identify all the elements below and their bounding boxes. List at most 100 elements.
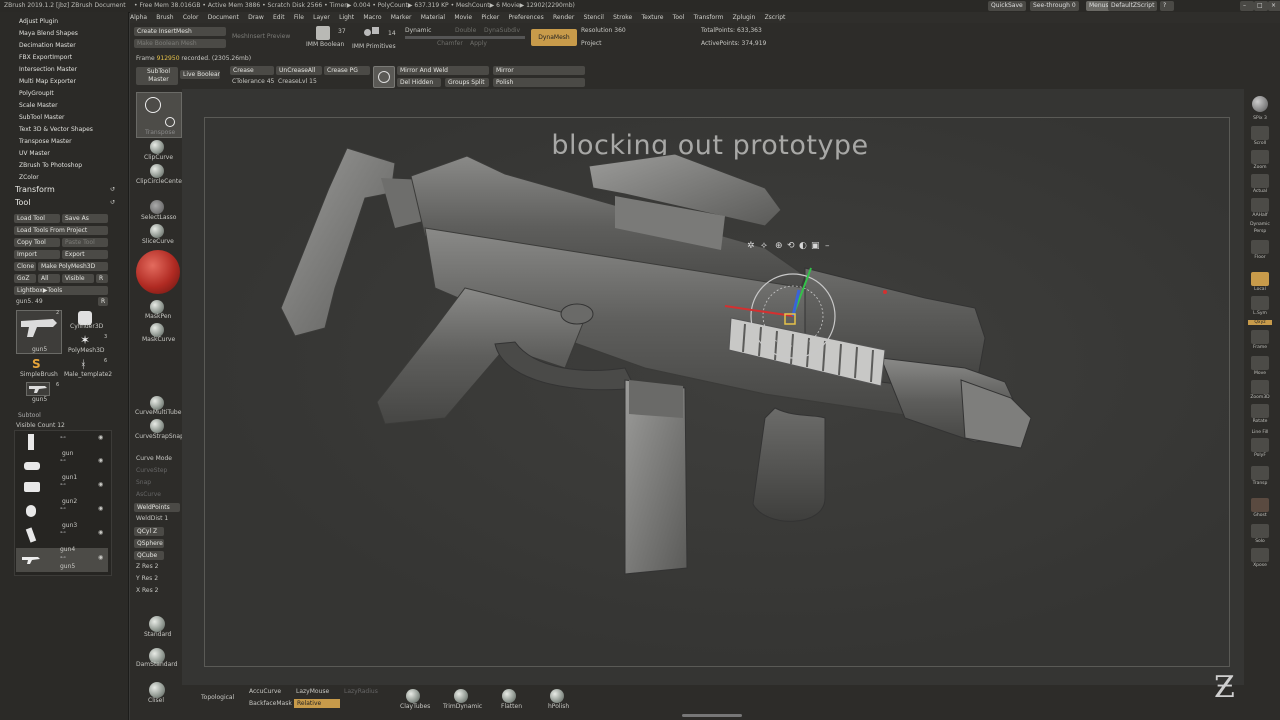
menu-macro[interactable]: Macro [363,12,381,23]
visible-button[interactable]: Visible [62,274,94,283]
menu-zplugin[interactable]: Zplugin [733,12,756,23]
load-tools-from-project-button[interactable]: Load Tools From Project [14,226,108,235]
menu-picker[interactable]: Picker [481,12,499,23]
goz-button[interactable]: GoZ [14,274,36,283]
tool-section-header[interactable]: Tool [15,198,31,207]
crease-button[interactable]: Crease [230,66,274,75]
see-through-slider[interactable]: See-through 0 [1030,1,1079,11]
menu-color[interactable]: Color [183,12,199,23]
plugin-fbx-exportimport[interactable]: FBX ExportImport [19,54,72,61]
quicksave-button[interactable]: QuickSave [988,1,1026,11]
subtool-section-header[interactable]: Subtool [18,412,41,419]
menu-draw[interactable]: Draw [248,12,264,23]
polymesh-star-icon[interactable]: ✶ [80,333,90,347]
welddist-slider[interactable]: WeldDist 1 [136,515,168,522]
subtool-item[interactable]: gun ⊷ ◉ [16,450,108,474]
bottom-tray-handle[interactable] [682,714,742,717]
eye-icon[interactable]: ◉ [98,505,103,512]
create-insertmesh-button[interactable]: Create InsertMesh [134,27,226,36]
curvestep-slider[interactable]: CurveStep [136,467,167,474]
maximize-icon[interactable]: □ [1254,1,1268,11]
eye-icon[interactable]: ◉ [98,481,103,488]
dynamesh-button[interactable]: DynaMesh [531,29,577,46]
lightbox-tools-button[interactable]: Lightbox▶Tools [14,286,108,295]
eye-icon[interactable]: ◉ [98,554,103,561]
plugin-decimation-master[interactable]: Decimation Master [19,42,76,49]
eye-icon[interactable]: ◉ [98,434,103,441]
r-button-2[interactable]: R [98,297,108,306]
plugin-zcolor[interactable]: ZColor [19,174,39,181]
make-polymesh3d-button[interactable]: Make PolyMesh3D [38,262,108,271]
standard-brush-icon[interactable] [149,616,165,632]
frame-icon[interactable] [1251,330,1269,344]
male-template-icon[interactable]: ᚼ [80,358,87,371]
plugin-zbrush-to-photoshop[interactable]: ZBrush To Photoshop [19,162,82,169]
copy-tool-button[interactable]: Copy Tool [14,238,60,247]
menu-zscript[interactable]: Zscript [765,12,786,23]
maskpen-icon[interactable] [150,300,164,314]
menu-material[interactable]: Material [421,12,445,23]
simplebrush-icon[interactable]: S [32,357,41,371]
trimdynamic-brush-icon[interactable] [454,689,468,703]
dynamic-slider-track[interactable] [405,36,525,39]
transpose-button[interactable]: Transpose [136,92,182,138]
clipcurve-icon[interactable] [150,140,164,154]
menu-movie[interactable]: Movie [454,12,472,23]
make-boolean-mesh-button[interactable]: Make Boolean Mesh [134,39,226,48]
paintbrush-icon[interactable]: ⊷ [60,457,66,464]
tool-thumb-gun5-small[interactable] [26,382,50,396]
lazyradius-slider[interactable]: LazyRadius [344,688,378,695]
line-fill-button[interactable]: Line Fill [1248,430,1272,435]
flatten-brush-icon[interactable] [502,689,516,703]
subtool-item[interactable]: gun1 ⊷ ◉ [16,474,108,498]
subtool-item[interactable]: ⊷ ◉ [16,432,108,452]
menu-document[interactable]: Document [208,12,239,23]
weldpoints-button[interactable]: WeldPoints [134,503,180,512]
eye-icon[interactable]: ◉ [98,529,103,536]
gun-model[interactable]: ✲ ⟡ ⊕ ⟲ ◐ ▣ – [205,118,1229,666]
zoom-icon[interactable] [1251,150,1269,164]
clisel-brush-icon[interactable] [149,682,165,698]
transform-section-header[interactable]: Transform [15,185,55,194]
double-button[interactable]: Double [455,27,476,34]
subtool-item-selected[interactable]: gun4 ⊷ ◉ gun5 [16,546,108,572]
ascurve-button[interactable]: AsCurve [136,491,161,498]
import-button[interactable]: Import [14,250,60,259]
live-boolean-button[interactable]: Live Boolean [180,70,220,79]
menu-stencil[interactable]: Stencil [584,12,604,23]
plugin-maya-blend-shapes[interactable]: Maya Blend Shapes [19,30,78,37]
clone-button[interactable]: Clone [14,262,36,271]
curvestrapsnap-icon[interactable] [150,419,164,433]
polish-slider[interactable]: Polish [493,78,585,87]
accucurve-button[interactable]: AccuCurve [249,688,281,695]
visible-count-slider[interactable]: Visible Count 12 [16,422,65,429]
paste-tool-button[interactable]: Paste Tool [62,238,108,247]
menu-preferences[interactable]: Preferences [508,12,543,23]
floor-icon[interactable] [1251,240,1269,254]
plugin-uv-master[interactable]: UV Master [19,150,50,157]
subtool-item[interactable]: gun3 ⊷ ◉ [16,522,108,546]
plugin-multi-map-exporter[interactable]: Multi Map Exporter [19,78,76,85]
curvemultitube-icon[interactable] [150,396,164,410]
subtool-item[interactable]: gun2 ⊷ ◉ [16,498,108,522]
menu-texture[interactable]: Texture [641,12,663,23]
selectlasso-icon[interactable] [150,200,164,214]
material-sphere[interactable] [136,250,180,294]
paintbrush-icon[interactable]: ⊷ [60,505,66,512]
plugin-adjust[interactable]: Adjust Plugin [19,18,58,25]
actual-icon[interactable] [1251,174,1269,188]
plugin-subtool-master[interactable]: SubTool Master [19,114,64,121]
backfacemask-button[interactable]: BackfaceMask [249,700,292,707]
r-button[interactable]: R [96,274,108,283]
default-zscript-button[interactable]: DefaultZScript [1108,1,1158,11]
polyf-icon[interactable] [1251,438,1269,452]
dynamic-persp-button[interactable]: Dynamic [1248,222,1272,227]
tool-expand-icon[interactable]: ↺ [110,199,115,206]
maskcurve-icon[interactable] [150,323,164,337]
z-res-slider[interactable]: Z Res 2 [136,563,158,570]
x-res-slider[interactable]: X Res 2 [136,587,158,594]
spix-slider[interactable]: SPix 3 [1248,116,1272,121]
plugin-intersection-master[interactable]: Intersection Master [19,66,77,73]
move-icon[interactable] [1251,356,1269,370]
menu-tool[interactable]: Tool [673,12,685,23]
